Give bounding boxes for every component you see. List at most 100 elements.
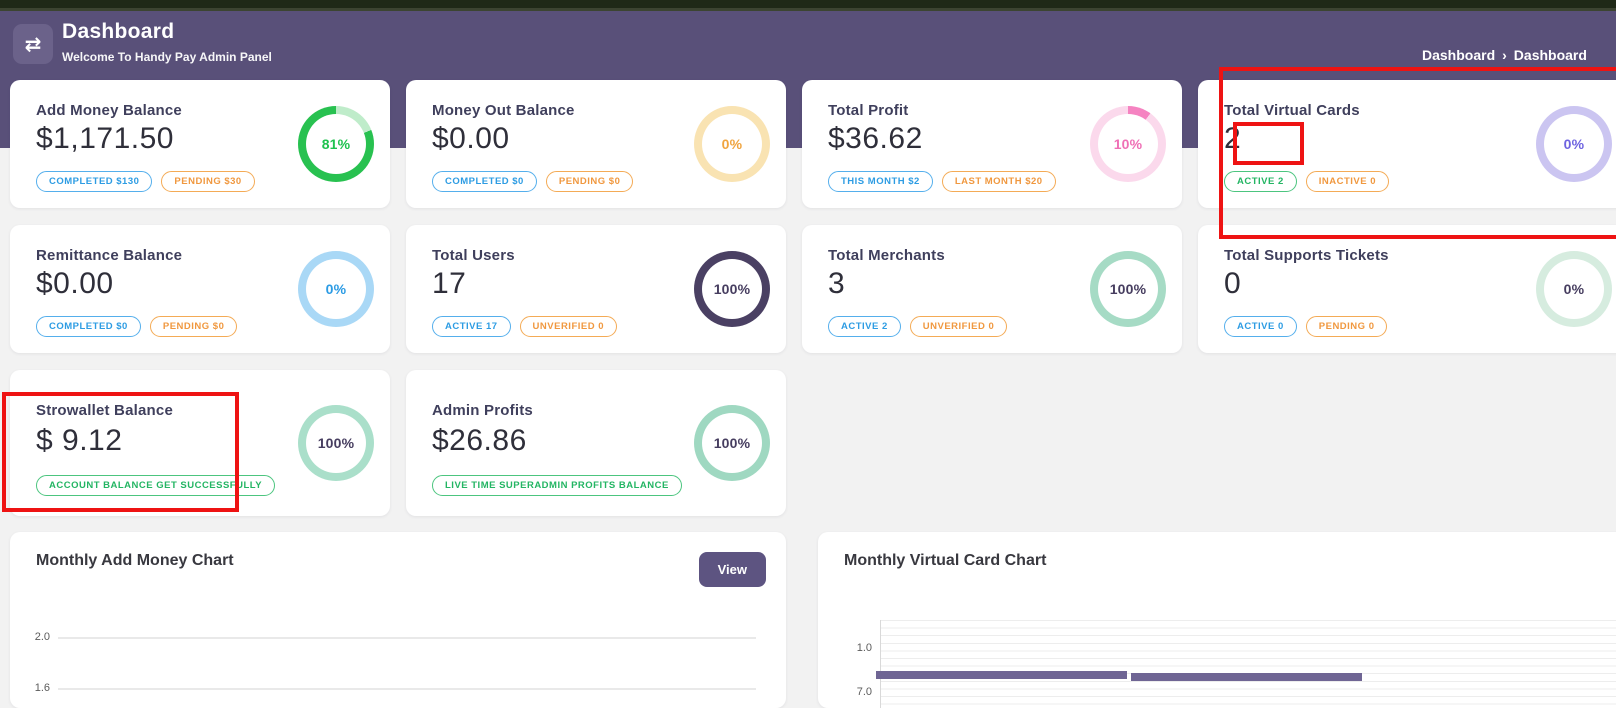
badge-row: COMPLETED $0 PENDING $0 <box>36 316 237 337</box>
status-badge: LAST MONTH $20 <box>942 171 1056 192</box>
breadcrumb-current: Dashboard <box>1514 47 1587 63</box>
stat-title: Add Money Balance <box>36 102 182 119</box>
progress-donut: 100% <box>694 251 770 327</box>
status-badge: ACTIVE 0 <box>1224 316 1297 337</box>
stat-title: Admin Profits <box>432 402 533 419</box>
stat-card-money-out-balance: Money Out Balance $0.00 COMPLETED $0 PEN… <box>406 80 786 208</box>
donut-percent: 100% <box>714 435 751 451</box>
badge-row: ACTIVE 0 PENDING 0 <box>1224 316 1387 337</box>
status-badge: UNVERIFIED 0 <box>910 316 1007 337</box>
stat-value: $0.00 <box>432 122 510 156</box>
progress-donut: 100% <box>298 405 374 481</box>
progress-donut: 100% <box>1090 251 1166 327</box>
stat-title: Total Virtual Cards <box>1224 102 1360 119</box>
bar-segment <box>876 671 1127 679</box>
badge-row: COMPLETED $130 PENDING $30 <box>36 171 255 192</box>
badge-row: ACTIVE 2 INACTIVE 0 <box>1224 171 1389 192</box>
monthly-virtual-card-chart-card: Monthly Virtual Card Chart 1.0 7.0 <box>818 532 1616 708</box>
y-axis-tick: 1.6 <box>16 682 50 694</box>
stat-title: Strowallet Balance <box>36 402 173 419</box>
stat-value: 0 <box>1224 267 1241 301</box>
donut-percent: 100% <box>714 281 751 297</box>
gridline: 1.6 <box>58 688 756 690</box>
stat-card-strowallet-balance: Strowallet Balance $ 9.12 ACCOUNT BALANC… <box>10 370 390 516</box>
stat-card-total-virtual-cards: Total Virtual Cards 2 ACTIVE 2 INACTIVE … <box>1198 80 1616 208</box>
stat-value: 3 <box>828 267 845 301</box>
donut-percent: 0% <box>326 281 347 297</box>
stat-card-remittance-balance: Remittance Balance $0.00 COMPLETED $0 PE… <box>10 225 390 353</box>
status-badge: PENDING $30 <box>161 171 254 192</box>
badge-row: ACTIVE 17 UNVERIFIED 0 <box>432 316 617 337</box>
stat-title: Total Merchants <box>828 247 945 264</box>
progress-donut: 0% <box>298 251 374 327</box>
donut-percent: 81% <box>322 136 351 152</box>
breadcrumb: Dashboard › Dashboard <box>1422 47 1587 63</box>
stat-title: Total Supports Tickets <box>1224 247 1389 264</box>
badge-row: COMPLETED $0 PENDING $0 <box>432 171 633 192</box>
status-badge: LIVE TIME SUPERADMIN PROFITS BALANCE <box>432 475 682 496</box>
gridline: 2.0 <box>58 637 756 639</box>
sidebar-toggle-button[interactable]: ⇄ <box>13 24 53 64</box>
status-badge: UNVERIFIED 0 <box>520 316 617 337</box>
donut-percent: 0% <box>1564 136 1585 152</box>
donut-percent: 0% <box>1564 281 1585 297</box>
status-badge: ACTIVE 2 <box>828 316 901 337</box>
progress-donut: 0% <box>1536 251 1612 327</box>
badge-row: ACCOUNT BALANCE GET SUCCESSFULLY <box>36 475 275 496</box>
stat-title: Money Out Balance <box>432 102 575 119</box>
chart-title: Monthly Virtual Card Chart <box>844 552 1046 570</box>
stat-title: Total Profit <box>828 102 908 119</box>
status-badge: ACCOUNT BALANCE GET SUCCESSFULLY <box>36 475 275 496</box>
badge-row: THIS MONTH $2 LAST MONTH $20 <box>828 171 1056 192</box>
badge-row: ACTIVE 2 UNVERIFIED 0 <box>828 316 1007 337</box>
progress-donut: 100% <box>694 405 770 481</box>
stat-card-total-profit: Total Profit $36.62 THIS MONTH $2 LAST M… <box>802 80 1182 208</box>
stat-value: $36.62 <box>828 122 923 156</box>
chevron-right-icon: › <box>1502 47 1507 63</box>
status-badge: ACTIVE 2 <box>1224 171 1297 192</box>
stat-value: $ 9.12 <box>36 424 122 458</box>
bar-segment <box>1131 673 1362 681</box>
status-badge: COMPLETED $0 <box>36 316 141 337</box>
status-badge: COMPLETED $0 <box>432 171 537 192</box>
badge-row: LIVE TIME SUPERADMIN PROFITS BALANCE <box>432 475 682 496</box>
header-titles: Dashboard Welcome To Handy Pay Admin Pan… <box>62 20 272 64</box>
status-badge: PENDING $0 <box>150 316 238 337</box>
stat-card-total-merchants: Total Merchants 3 ACTIVE 2 UNVERIFIED 0 … <box>802 225 1182 353</box>
view-button[interactable]: View <box>699 552 766 587</box>
y-axis-tick: 1.0 <box>832 642 872 654</box>
stat-value: 17 <box>432 267 466 301</box>
status-badge: PENDING $0 <box>546 171 634 192</box>
progress-donut: 10% <box>1090 106 1166 182</box>
page-subtitle: Welcome To Handy Pay Admin Panel <box>62 50 272 64</box>
progress-donut: 81% <box>298 106 374 182</box>
stat-card-total-users: Total Users 17 ACTIVE 17 UNVERIFIED 0 10… <box>406 225 786 353</box>
stat-value: 2 <box>1224 122 1241 156</box>
stat-value: $0.00 <box>36 267 114 301</box>
donut-percent: 10% <box>1114 136 1143 152</box>
donut-percent: 100% <box>318 435 355 451</box>
status-badge: INACTIVE 0 <box>1306 171 1389 192</box>
chart-plot-area <box>880 620 1616 708</box>
status-badge: THIS MONTH $2 <box>828 171 933 192</box>
monthly-add-money-chart-card: Monthly Add Money Chart View 2.0 1.6 <box>10 532 786 708</box>
status-badge: PENDING 0 <box>1306 316 1388 337</box>
y-axis-tick: 7.0 <box>832 686 872 698</box>
stat-title: Total Users <box>432 247 515 264</box>
stat-value: $26.86 <box>432 424 527 458</box>
swap-arrows-icon: ⇄ <box>25 32 42 57</box>
page-title: Dashboard <box>62 20 272 44</box>
stat-card-admin-profits: Admin Profits $26.86 LIVE TIME SUPERADMI… <box>406 370 786 516</box>
status-badge: COMPLETED $130 <box>36 171 152 192</box>
stat-card-total-supports-tickets: Total Supports Tickets 0 ACTIVE 0 PENDIN… <box>1198 225 1616 353</box>
browser-top-strip <box>0 0 1616 11</box>
stat-title: Remittance Balance <box>36 247 182 264</box>
progress-donut: 0% <box>694 106 770 182</box>
chart-title: Monthly Add Money Chart <box>36 552 234 570</box>
stat-card-add-money-balance: Add Money Balance $1,171.50 COMPLETED $1… <box>10 80 390 208</box>
progress-donut: 0% <box>1536 106 1612 182</box>
breadcrumb-root[interactable]: Dashboard <box>1422 47 1495 63</box>
y-axis-tick: 2.0 <box>16 631 50 643</box>
stat-value: $1,171.50 <box>36 122 174 156</box>
status-badge: ACTIVE 17 <box>432 316 511 337</box>
